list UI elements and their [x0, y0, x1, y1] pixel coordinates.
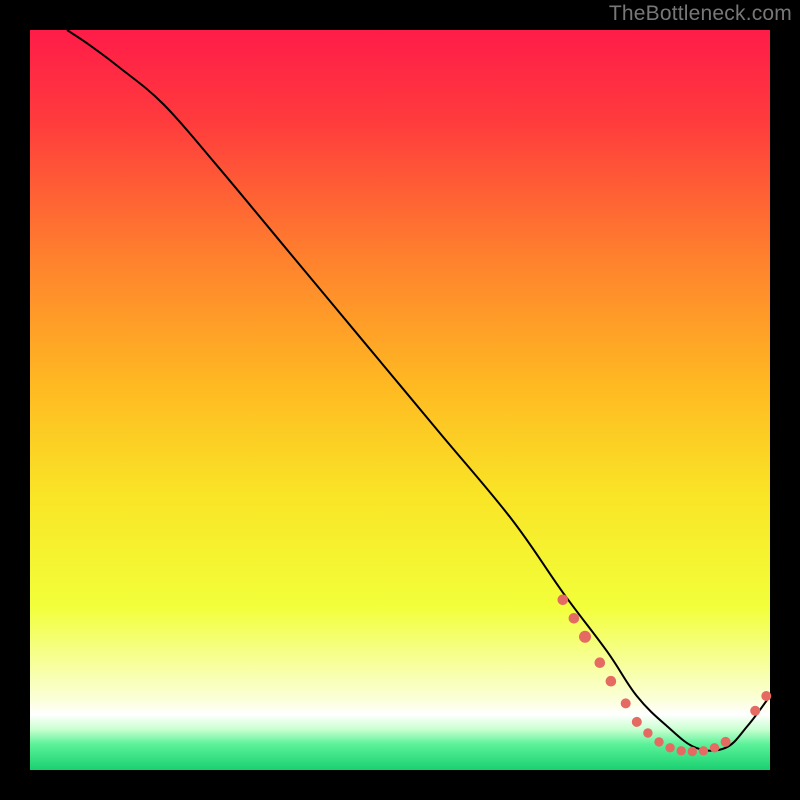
- point-p10: [665, 743, 674, 752]
- point-p8: [643, 728, 652, 737]
- chart-stage: [0, 0, 800, 800]
- point-p4: [595, 657, 606, 668]
- point-p9: [654, 737, 663, 746]
- point-p17: [761, 691, 771, 701]
- point-p12: [688, 747, 697, 756]
- point-p15: [721, 737, 731, 747]
- plot-background: [30, 30, 770, 770]
- point-p1: [558, 595, 569, 606]
- point-p13: [699, 746, 708, 755]
- point-p5: [606, 676, 617, 687]
- point-p6: [621, 698, 631, 708]
- bottleneck-chart: [0, 0, 800, 800]
- point-p2: [569, 613, 580, 624]
- point-p14: [710, 743, 719, 752]
- point-p16: [750, 706, 760, 716]
- point-p7: [632, 717, 642, 727]
- point-p3: [579, 631, 591, 643]
- watermark-text: TheBottleneck.com: [609, 2, 792, 26]
- point-p11: [677, 746, 686, 755]
